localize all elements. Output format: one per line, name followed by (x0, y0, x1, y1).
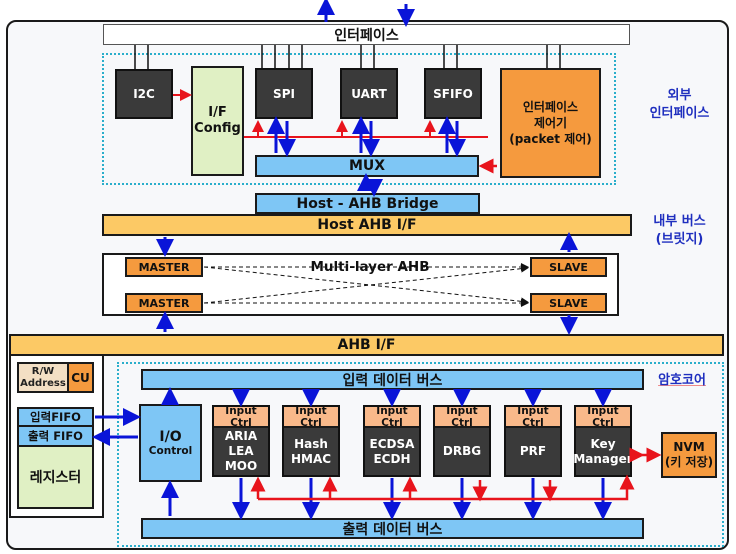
io-control-block: I/O Control (139, 404, 202, 482)
rw-address-label: R/W Address (20, 365, 66, 389)
i2c-block: I2C (115, 69, 173, 119)
sfifo-block: SFIFO (424, 68, 482, 119)
external-interface-side-label: 외부 인터페이스 (649, 88, 710, 121)
interface-controller-block: 인터페이스 제어기 (packet 제어) (500, 68, 601, 178)
master-2-block: MASTER (125, 293, 203, 313)
register-block: 레지스터 (17, 447, 94, 509)
top-interface-label-text: 인터페이스 (334, 27, 399, 44)
cu-block: CU (67, 362, 94, 393)
output-fifo-label: 출력 FIFO (28, 429, 83, 443)
input-ctrl-header: Input Ctrl (435, 405, 489, 429)
crypto-module: Input Ctrl ECDSA ECDH (363, 405, 421, 477)
cu-label: CU (71, 370, 90, 385)
io-control-subtitle: Control (148, 445, 193, 457)
top-interface-bar-visible: 인터페이스 (103, 24, 630, 45)
output-data-bus: 출력 데이터 버스 (141, 518, 644, 539)
ahb-if-bar: AHB I/F (9, 334, 724, 356)
crypto-module-name: ECDSA ECDH (369, 436, 415, 466)
input-ctrl-header: Input Ctrl (214, 405, 268, 429)
crypto-core-side-label: 암호코어 (658, 373, 706, 388)
mux-label: MUX (348, 158, 386, 174)
if-config-label: I/F Config (194, 105, 241, 136)
nvm-label: NVM (키 저장) (664, 440, 714, 469)
multilayer-ahb-label: Multi-layer AHB (310, 259, 430, 275)
slave-2-label: SLAVE (549, 296, 588, 310)
output-data-bus-label: 출력 데이터 버스 (342, 521, 443, 538)
crypto-module-name: ARIA LEA MOO (224, 429, 258, 473)
crypto-module: Input Ctrl PRF (504, 405, 562, 477)
register-label: 레지스터 (29, 470, 82, 486)
sfifo-label: SFIFO (433, 86, 473, 101)
ahb-if-label: AHB I/F (337, 337, 396, 353)
uart-label: UART (351, 86, 387, 101)
input-ctrl-header: Input Ctrl (576, 405, 630, 429)
input-data-bus-label: 입력 데이터 버스 (342, 372, 443, 389)
spi-label: SPI (273, 86, 295, 101)
crypto-module: Input Ctrl ARIA LEA MOO (212, 405, 270, 477)
master-2-label: MASTER (138, 296, 190, 310)
internal-bus-side-label: 내부 버스 (브릿지) (653, 214, 706, 247)
input-data-bus: 입력 데이터 버스 (141, 369, 644, 390)
host-ahb-bridge: Host - AHB Bridge (255, 193, 480, 214)
crypto-module-name: PRF (519, 444, 547, 458)
spi-block: SPI (255, 68, 313, 119)
input-ctrl-header: Input Ctrl (365, 405, 419, 429)
crypto-module: Input Ctrl DRBG (433, 405, 491, 477)
crypto-module: Input Ctrl Key Manager (573, 405, 633, 477)
i2c-label: I2C (133, 87, 155, 101)
output-fifo-block: 출력 FIFO (17, 427, 94, 447)
input-ctrl-header: Input Ctrl (284, 405, 338, 429)
rw-address-block: R/W Address (17, 362, 67, 393)
crypto-module-name: DRBG (442, 444, 482, 458)
input-ctrl-header: Input Ctrl (506, 405, 560, 429)
host-ahb-bridge-label: Host - AHB Bridge (296, 195, 439, 212)
master-1-label: MASTER (138, 260, 190, 274)
if-config-block: I/F Config (191, 66, 244, 176)
input-fifo-block: 입력FIFO (17, 407, 94, 427)
slave-1-label: SLAVE (549, 260, 588, 274)
input-fifo-label: 입력FIFO (30, 410, 81, 424)
host-ahb-bus-interface: Host AHB I/F (102, 214, 632, 236)
io-control-title: I/O (159, 429, 182, 445)
crypto-module-name: Hash HMAC (290, 436, 332, 466)
crypto-module: Input Ctrl Hash HMAC (282, 405, 340, 477)
mux-block: MUX (255, 155, 479, 177)
slave-1-block: SLAVE (530, 257, 607, 277)
master-1-block: MASTER (125, 257, 203, 277)
interface-controller-label: 인터페이스 제어기 (packet 제어) (509, 100, 592, 146)
uart-block: UART (340, 68, 398, 119)
host-ahb-if-label: Host AHB I/F (317, 217, 417, 233)
nvm-block: NVM (키 저장) (661, 432, 717, 478)
slave-2-block: SLAVE (530, 293, 607, 313)
crypto-module-name: Key Manager (573, 436, 633, 466)
